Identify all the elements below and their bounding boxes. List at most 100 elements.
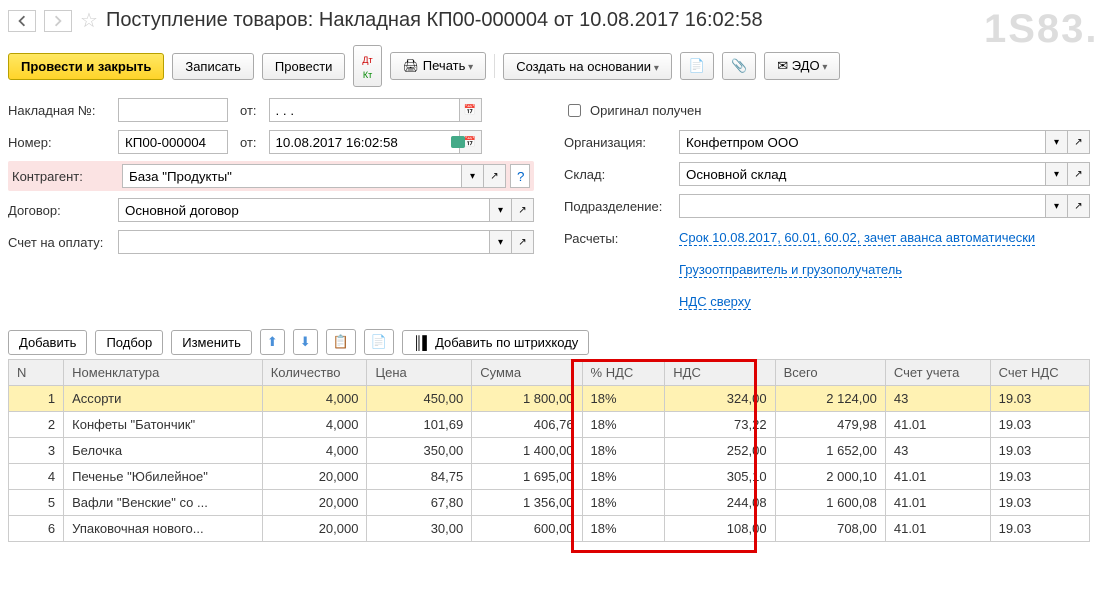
cell-total: 2 000,10 — [775, 464, 885, 490]
warehouse-input[interactable] — [679, 162, 1046, 186]
invoice-pay-label: Счет на оплату: — [8, 235, 118, 250]
cell-vatacc: 19.03 — [990, 490, 1089, 516]
dtkt-button[interactable]: ДтКт — [353, 45, 381, 87]
help-button[interactable]: ? — [510, 164, 530, 188]
col-nom[interactable]: Номенклатура — [64, 360, 263, 386]
vat-link[interactable]: НДС сверху — [679, 294, 751, 310]
table-row[interactable]: 1Ассорти4,000450,001 800,0018%324,002 12… — [9, 386, 1090, 412]
items-table[interactable]: N Номенклатура Количество Цена Сумма % Н… — [8, 359, 1090, 542]
create-based-button[interactable]: Создать на основании — [503, 53, 672, 80]
counterparty-dd[interactable]: ▾ — [462, 164, 484, 188]
cell-vat: 305,10 — [665, 464, 775, 490]
cell-vat: 252,00 — [665, 438, 775, 464]
table-row[interactable]: 6Упаковочная нового...20,00030,00600,001… — [9, 516, 1090, 542]
doc-icon — [689, 58, 705, 73]
division-input[interactable] — [679, 194, 1046, 218]
number-input[interactable] — [118, 130, 228, 154]
invoice-no-input[interactable] — [118, 98, 228, 122]
col-qty[interactable]: Количество — [262, 360, 367, 386]
warehouse-open[interactable]: ↗ — [1068, 162, 1090, 186]
edo-button[interactable]: ✉ ЭДО — [764, 52, 840, 80]
add-button[interactable]: Добавить — [8, 330, 87, 355]
cell-n: 1 — [9, 386, 64, 412]
col-n[interactable]: N — [9, 360, 64, 386]
invoice-pay-dd[interactable]: ▾ — [490, 230, 512, 254]
contract-dd[interactable]: ▾ — [490, 198, 512, 222]
cell-n: 6 — [9, 516, 64, 542]
cell-vatacc: 19.03 — [990, 438, 1089, 464]
table-row[interactable]: 4Печенье "Юбилейное"20,00084,751 695,001… — [9, 464, 1090, 490]
invoice-pay-open[interactable]: ↗ — [512, 230, 534, 254]
calendar-button-1[interactable] — [460, 98, 482, 122]
cell-vatp: 18% — [582, 464, 665, 490]
calendar-icon — [464, 137, 476, 148]
org-dd[interactable]: ▾ — [1046, 130, 1068, 154]
col-vatp[interactable]: % НДС — [582, 360, 665, 386]
post-button[interactable]: Провести — [262, 53, 346, 80]
paste-button[interactable]: 📄 — [364, 329, 394, 355]
page-title: Поступление товаров: Накладная КП00-0000… — [106, 9, 763, 32]
cell-vat: 73,22 — [665, 412, 775, 438]
original-checkbox[interactable] — [568, 104, 581, 117]
print-button[interactable]: Печать — [390, 52, 487, 80]
consignor-link[interactable]: Грузоотправитель и грузополучатель — [679, 262, 902, 278]
contract-open[interactable]: ↗ — [512, 198, 534, 222]
date-input[interactable] — [269, 130, 460, 154]
calc-label: Расчеты: — [564, 231, 679, 246]
col-acc[interactable]: Счет учета — [885, 360, 990, 386]
post-close-button[interactable]: Провести и закрыть — [8, 53, 164, 80]
division-open[interactable]: ↗ — [1068, 194, 1090, 218]
calc-link[interactable]: Срок 10.08.2017, 60.01, 60.02, зачет ава… — [679, 230, 1035, 246]
invoice-no-label: Накладная №: — [8, 103, 118, 118]
barcode-button[interactable]: ║▌ Добавить по штрихкоду — [402, 330, 589, 355]
pick-button[interactable]: Подбор — [95, 330, 163, 355]
org-label: Организация: — [564, 135, 679, 150]
cell-vatp: 18% — [582, 490, 665, 516]
move-down-button[interactable] — [293, 329, 318, 355]
cell-acc: 41.01 — [885, 516, 990, 542]
cell-acc: 43 — [885, 386, 990, 412]
col-vatacc[interactable]: Счет НДС — [990, 360, 1089, 386]
nav-forward-button[interactable] — [44, 10, 72, 32]
cell-nom: Вафли "Венские" со ... — [64, 490, 263, 516]
col-vat[interactable]: НДС — [665, 360, 775, 386]
invoice-pay-input[interactable] — [118, 230, 490, 254]
cell-sum: 1 695,00 — [472, 464, 582, 490]
warehouse-dd[interactable]: ▾ — [1046, 162, 1068, 186]
division-dd[interactable]: ▾ — [1046, 194, 1068, 218]
cell-vat: 108,00 — [665, 516, 775, 542]
cell-n: 4 — [9, 464, 64, 490]
cell-total: 708,00 — [775, 516, 885, 542]
table-row[interactable]: 2Конфеты "Батончик"4,000101,69406,7618%7… — [9, 412, 1090, 438]
table-row[interactable]: 5Вафли "Венские" со ...20,00067,801 356,… — [9, 490, 1090, 516]
cell-nom: Ассорти — [64, 386, 263, 412]
doc-button[interactable] — [680, 52, 714, 80]
table-row[interactable]: 3Белочка4,000350,001 400,0018%252,001 65… — [9, 438, 1090, 464]
edit-button[interactable]: Изменить — [171, 330, 252, 355]
nav-back-button[interactable] — [8, 10, 36, 32]
save-button[interactable]: Записать — [172, 53, 254, 80]
cell-sum: 1 356,00 — [472, 490, 582, 516]
cell-total: 479,98 — [775, 412, 885, 438]
cell-price: 450,00 — [367, 386, 472, 412]
counterparty-open[interactable]: ↗ — [484, 164, 506, 188]
cell-sum: 406,76 — [472, 412, 582, 438]
org-input[interactable] — [679, 130, 1046, 154]
contract-input[interactable] — [118, 198, 490, 222]
cell-acc: 41.01 — [885, 490, 990, 516]
star-icon[interactable]: ☆ — [80, 8, 98, 33]
copy-button[interactable]: 📋 — [326, 329, 356, 355]
col-sum[interactable]: Сумма — [472, 360, 582, 386]
col-total[interactable]: Всего — [775, 360, 885, 386]
division-label: Подразделение: — [564, 199, 679, 214]
flag-icon[interactable] — [451, 136, 465, 148]
attach-button[interactable] — [722, 52, 756, 80]
org-open[interactable]: ↗ — [1068, 130, 1090, 154]
counterparty-input[interactable] — [122, 164, 462, 188]
invoice-date-input[interactable] — [269, 98, 460, 122]
cell-price: 67,80 — [367, 490, 472, 516]
cell-nom: Белочка — [64, 438, 263, 464]
move-up-button[interactable] — [260, 329, 285, 355]
clip-icon — [731, 58, 747, 73]
col-price[interactable]: Цена — [367, 360, 472, 386]
